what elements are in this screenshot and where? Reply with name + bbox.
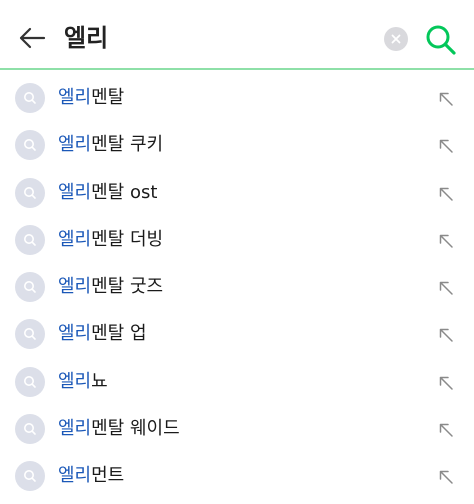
arrow-up-left-icon — [439, 187, 453, 201]
magnifier-icon — [24, 281, 36, 293]
magnifier-icon — [24, 139, 36, 152]
fill-query-button[interactable] — [434, 323, 458, 347]
search-history-icon — [15, 272, 45, 303]
suggestion-item[interactable]: 엘리멘탈 ost — [0, 169, 474, 216]
search-screen: 엘리 엘리멘탈 엘리멘탈 쿠키 엘리멘탈 ost 엘리멘탈 더빙 엘리멘탈 굿즈 엘리멘탈… — [0, 0, 474, 504]
arrow-up-left-icon — [439, 234, 453, 248]
magnifier-icon — [24, 92, 36, 104]
back-arrow-icon — [19, 27, 46, 49]
suggestion-item[interactable]: 엘리멘탈 굿즈 — [0, 263, 474, 310]
suggestion-match: 엘리 — [58, 134, 92, 156]
suggestion-rest: 멘탈 더빙 — [91, 228, 164, 250]
suggestion-item[interactable]: 엘리멘탈 더빙 — [0, 216, 474, 263]
suggestion-rest: 멘탈 굿즈 — [91, 276, 164, 298]
suggestion-item[interactable]: 엘리멘탈 쿠키 — [0, 121, 474, 168]
suggestion-label: 엘리멘탈 굿즈 — [58, 263, 163, 310]
suggestion-match: 엘리 — [58, 418, 92, 440]
suggestion-rest: 멘탈 쿠키 — [91, 134, 164, 156]
search-icon — [426, 25, 456, 55]
arrow-up-left-icon — [439, 423, 453, 437]
search-history-icon — [15, 366, 45, 397]
arrow-up-left-icon — [439, 92, 453, 106]
magnifier-icon — [24, 423, 36, 435]
suggestion-match: 엘리 — [58, 87, 92, 108]
clear-icon — [391, 34, 401, 44]
suggestion-rest: 뇨 — [91, 370, 108, 392]
search-input[interactable]: 엘리 — [64, 21, 108, 55]
suggestion-rest: 멘탈 ost — [91, 181, 158, 203]
suggestion-label: 엘리멘탈 ost — [58, 169, 157, 216]
suggestion-rest: 멘탈 — [91, 87, 125, 108]
suggestion-match: 엘리 — [58, 323, 92, 345]
suggestion-rest: 멘탈 웨이드 — [91, 418, 180, 440]
fill-query-button[interactable] — [434, 371, 458, 395]
search-submit-button[interactable] — [421, 20, 461, 60]
search-history-icon — [15, 319, 45, 350]
magnifier-icon — [24, 233, 36, 246]
fill-query-button[interactable] — [434, 465, 458, 489]
search-history-icon — [15, 224, 45, 255]
search-history-icon — [15, 83, 45, 113]
search-history-icon — [15, 461, 45, 492]
arrow-up-left-icon — [439, 329, 453, 343]
suggestion-label: 엘리멘탈 업 — [58, 310, 147, 357]
arrow-up-left-icon — [439, 471, 453, 485]
fill-query-button[interactable] — [434, 87, 458, 111]
fill-query-button[interactable] — [434, 418, 458, 442]
clear-button[interactable] — [384, 27, 408, 51]
suggestion-label: 엘리멘탈 쿠키 — [58, 121, 163, 168]
fill-query-button[interactable] — [434, 134, 458, 158]
suggestion-label: 엘리뇨 — [58, 358, 108, 405]
suggestion-match: 엘리 — [58, 276, 92, 298]
search-history-icon — [15, 177, 45, 208]
suggestion-match: 엘리 — [58, 181, 92, 203]
suggestion-item[interactable]: 엘리멘탈 — [0, 74, 474, 121]
suggestion-match: 엘리 — [58, 370, 92, 392]
magnifier-icon — [24, 186, 36, 199]
magnifier-icon — [24, 375, 36, 388]
search-history-icon — [15, 130, 45, 161]
suggestion-label: 엘리멘탈 더빙 — [58, 216, 163, 263]
suggestion-rest: 멘탈 업 — [91, 323, 147, 345]
back-button[interactable] — [14, 20, 50, 56]
suggestion-item[interactable]: 엘리먼트 — [0, 452, 474, 499]
search-history-icon — [15, 414, 45, 445]
magnifier-icon — [24, 328, 36, 341]
suggestion-label: 엘리멘탈 — [58, 74, 124, 121]
arrow-up-left-icon — [439, 140, 453, 154]
fill-query-button[interactable] — [434, 182, 458, 206]
suggestion-item[interactable]: 엘리멘탈 웨이드 — [0, 405, 474, 452]
suggestion-item[interactable]: 엘리멘탈 업 — [0, 310, 474, 357]
suggestion-item[interactable]: 엘리뇨 — [0, 358, 474, 405]
fill-query-button[interactable] — [434, 229, 458, 253]
suggestion-label: 엘리멘탈 웨이드 — [58, 405, 180, 452]
arrow-up-left-icon — [439, 281, 453, 295]
search-bar: 엘리 — [0, 0, 474, 70]
suggestion-match: 엘리 — [58, 228, 92, 250]
suggestion-rest: 먼트 — [91, 465, 125, 487]
magnifier-icon — [24, 470, 36, 483]
suggestion-label: 엘리먼트 — [58, 452, 124, 499]
suggestion-list: 엘리멘탈 엘리멘탈 쿠키 엘리멘탈 ost 엘리멘탈 더빙 엘리멘탈 굿즈 엘리멘탈 업엘… — [0, 74, 474, 500]
arrow-up-left-icon — [439, 376, 453, 390]
fill-query-button[interactable] — [434, 276, 458, 300]
suggestion-match: 엘리 — [58, 465, 92, 487]
